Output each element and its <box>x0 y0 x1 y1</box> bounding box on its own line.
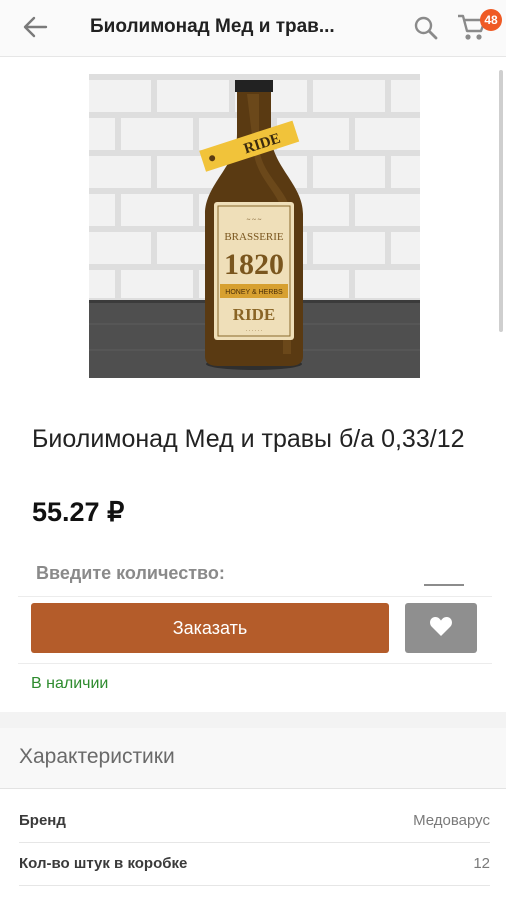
product-name: Биолимонад Мед и травы б/а 0,33/12 <box>32 425 465 453</box>
svg-text:~ ~ ~: ~ ~ ~ <box>247 216 262 224</box>
quantity-label: Введите количество: <box>36 563 225 583</box>
svg-text:RIDE: RIDE <box>233 305 276 324</box>
characteristic-value: Медоварус <box>413 812 490 829</box>
divider <box>18 663 492 664</box>
svg-text:BRASSERIE: BRASSERIE <box>224 231 284 243</box>
heart-icon <box>429 615 453 642</box>
svg-text:HONEY & HERBS: HONEY & HERBS <box>225 289 283 296</box>
characteristic-row: Бренд Медоварус <box>19 800 490 843</box>
cart-count-badge: 48 <box>480 9 502 31</box>
characteristic-row: Кол-во штук в коробке 12 <box>19 843 490 886</box>
app-bar: Биолимонад Мед и трав... 48 <box>0 0 506 57</box>
characteristics-title: Характеристики <box>19 745 175 768</box>
product-image[interactable]: RIDE ~ ~ ~ BRASSERIE 1820 HONEY & HERBS … <box>89 74 420 378</box>
svg-text:1820: 1820 <box>224 248 284 281</box>
section-separator <box>0 712 506 728</box>
favorite-button[interactable] <box>405 603 477 653</box>
characteristic-key: Бренд <box>19 812 66 829</box>
page-title: Биолимонад Мед и трав... <box>90 16 335 37</box>
stock-status: В наличии <box>31 675 109 692</box>
order-button[interactable]: Заказать <box>31 603 389 653</box>
divider <box>18 596 492 597</box>
back-arrow-icon[interactable] <box>18 12 52 42</box>
characteristic-value: 12 <box>473 855 490 872</box>
characteristic-key: Кол-во штук в коробке <box>19 855 188 872</box>
search-icon[interactable] <box>410 12 442 44</box>
quantity-input[interactable] <box>424 566 464 586</box>
product-price: 55.27 ₽ <box>32 497 125 527</box>
scrollbar[interactable] <box>499 70 503 332</box>
svg-text:· · · · · ·: · · · · · · <box>246 328 263 334</box>
